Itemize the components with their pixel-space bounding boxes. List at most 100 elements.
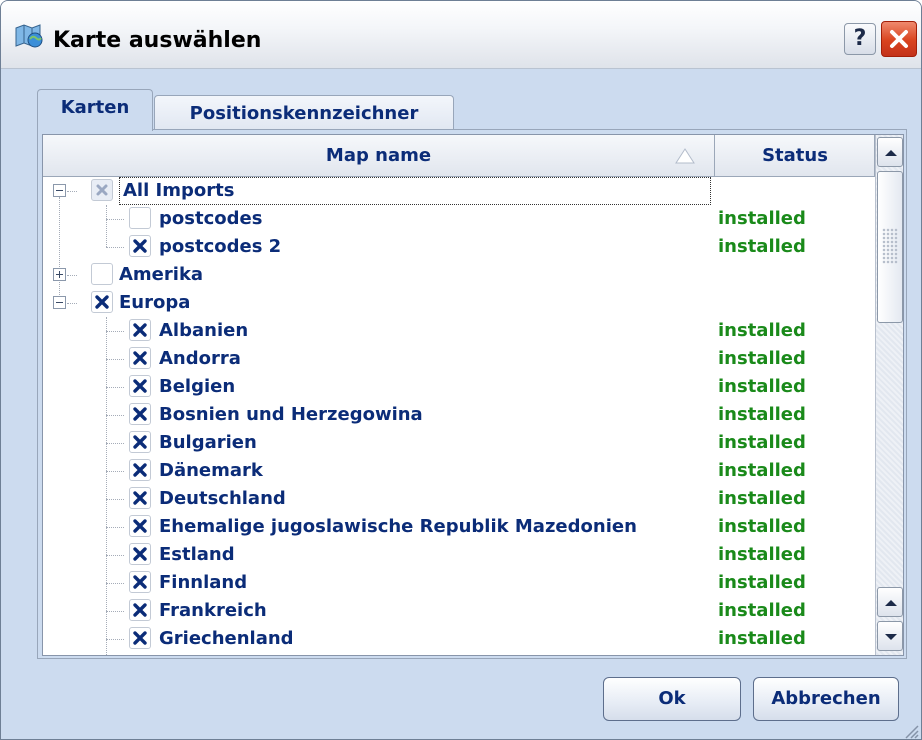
tab-positionskennzeichner[interactable]: Positionskennzeichner <box>154 95 454 133</box>
tree-connector <box>67 303 77 304</box>
tree-item-row[interactable]: Finnland installed <box>43 569 875 597</box>
tree-item-row[interactable]: Bulgarien installed <box>43 429 875 457</box>
check-mark-icon <box>133 323 147 337</box>
status-label: installed <box>718 432 806 453</box>
tree-group-row[interactable]: Europa <box>43 289 875 317</box>
checkbox-checked[interactable] <box>129 627 151 649</box>
checkbox-checked[interactable] <box>129 571 151 593</box>
close-button[interactable] <box>881 21 917 57</box>
tree-item-row[interactable]: postcodes installed <box>43 205 875 233</box>
checkbox-checked[interactable] <box>129 459 151 481</box>
cancel-button[interactable]: Abbrechen <box>753 677 899 721</box>
column-header-map-name[interactable]: Map name <box>43 135 715 177</box>
checkbox-checked[interactable] <box>129 599 151 621</box>
collapse-icon[interactable] <box>53 184 66 197</box>
title-bar[interactable]: Karte auswählen ? <box>1 1 921 69</box>
map-name-label: Ehemalige jugoslawische Republik Mazedon… <box>159 516 637 537</box>
tree-item-row[interactable]: Andorra installed <box>43 345 875 373</box>
scroll-down-button[interactable] <box>877 621 903 651</box>
arrow-up-icon <box>885 150 897 156</box>
status-label: installed <box>718 348 806 369</box>
tree-connector <box>106 527 124 528</box>
map-name-label: Deutschland <box>159 488 286 509</box>
tree-item-row[interactable]: Bosnien und Herzegowina installed <box>43 401 875 429</box>
tree-connector <box>106 499 124 500</box>
map-globe-icon <box>15 24 43 48</box>
dialog-window: Karte auswählen ? Karten Positionskennze… <box>0 0 922 740</box>
close-icon <box>890 30 908 48</box>
checkbox-checked[interactable] <box>129 375 151 397</box>
tree-item-row[interactable]: postcodes 2 installed <box>43 233 875 261</box>
map-name-label: Europa <box>119 292 191 313</box>
tree-group-row[interactable]: All Imports <box>43 177 875 205</box>
map-name-label: Amerika <box>119 264 204 285</box>
status-label: installed <box>718 516 806 537</box>
checkbox-checked[interactable] <box>129 515 151 537</box>
map-name-label: Finnland <box>159 572 248 593</box>
tree-item-row[interactable]: Dänemark installed <box>43 457 875 485</box>
tree-item-row[interactable]: Ehemalige jugoslawische Republik Mazedon… <box>43 513 875 541</box>
tree-connector <box>106 555 124 556</box>
tree-connector <box>106 331 124 332</box>
map-name-label: Belgien <box>159 376 236 397</box>
help-button[interactable]: ? <box>844 23 876 55</box>
checkbox-unchecked[interactable] <box>91 263 113 285</box>
tree-item-row[interactable]: Frankreich installed <box>43 597 875 625</box>
map-name-label: Estland <box>159 544 235 565</box>
tree-group-row[interactable]: Amerika <box>43 261 875 289</box>
checkbox-unchecked[interactable] <box>129 207 151 229</box>
checkbox-checked[interactable] <box>129 235 151 257</box>
status-label: installed <box>718 488 806 509</box>
checkbox-checked[interactable] <box>129 347 151 369</box>
map-name-label: postcodes 2 <box>159 236 282 257</box>
tree-item-row[interactable]: Albanien installed <box>43 317 875 345</box>
grip-icon <box>882 228 898 264</box>
status-label: installed <box>718 628 806 649</box>
sort-ascending-icon <box>675 148 695 164</box>
vertical-scrollbar[interactable] <box>875 135 903 655</box>
checkbox-checked[interactable] <box>91 291 113 313</box>
column-header-map-name-label: Map name <box>325 145 432 166</box>
scroll-up-button[interactable] <box>877 137 903 167</box>
map-list[interactable]: Map name Status All Imports postcodes inst… <box>42 134 904 656</box>
checkbox-checked[interactable] <box>129 431 151 453</box>
map-name-label: All Imports <box>119 177 711 205</box>
column-header-status[interactable]: Status <box>716 135 875 177</box>
map-name-label: Bosnien und Herzegowina <box>159 404 423 425</box>
checkbox-checked[interactable] <box>129 319 151 341</box>
checkbox-checked[interactable] <box>129 543 151 565</box>
check-mark-icon <box>133 631 147 645</box>
arrow-down-icon <box>885 634 897 640</box>
tree-item-row[interactable]: Griechenland installed <box>43 625 875 653</box>
status-label: installed <box>718 572 806 593</box>
tree-rows: All Imports postcodes installed postcodes 2… <box>43 177 875 655</box>
checkbox-checked[interactable] <box>129 403 151 425</box>
tree-item-row[interactable]: Estland installed <box>43 541 875 569</box>
status-label: installed <box>718 460 806 481</box>
tab-karten[interactable]: Karten <box>37 89 153 131</box>
collapse-icon[interactable] <box>53 296 66 309</box>
expand-icon[interactable] <box>53 268 66 281</box>
scroll-thumb[interactable] <box>877 171 903 323</box>
list-header: Map name Status <box>43 135 875 177</box>
resize-grip-icon[interactable] <box>903 723 919 739</box>
map-name-label: Andorra <box>159 348 241 369</box>
ok-button[interactable]: Ok <box>603 677 741 721</box>
status-label: installed <box>718 236 806 257</box>
tree-connector <box>106 387 124 388</box>
tree-item-row[interactable]: Belgien installed <box>43 373 875 401</box>
check-mark-icon <box>133 463 147 477</box>
window-title: Karte auswählen <box>53 28 262 53</box>
checkbox-partial[interactable] <box>91 179 113 201</box>
check-mark-icon <box>133 603 147 617</box>
tree-connector <box>106 611 124 612</box>
scroll-up-button-lower[interactable] <box>877 587 903 617</box>
map-name-label: Dänemark <box>159 460 263 481</box>
tree-connector <box>67 191 77 192</box>
checkbox-checked[interactable] <box>129 487 151 509</box>
tree-item-row[interactable]: Deutschland installed <box>43 485 875 513</box>
check-mark-icon <box>133 435 147 449</box>
tree-connector <box>106 415 124 416</box>
check-mark-icon <box>133 407 147 421</box>
partial-check-icon <box>96 184 108 196</box>
